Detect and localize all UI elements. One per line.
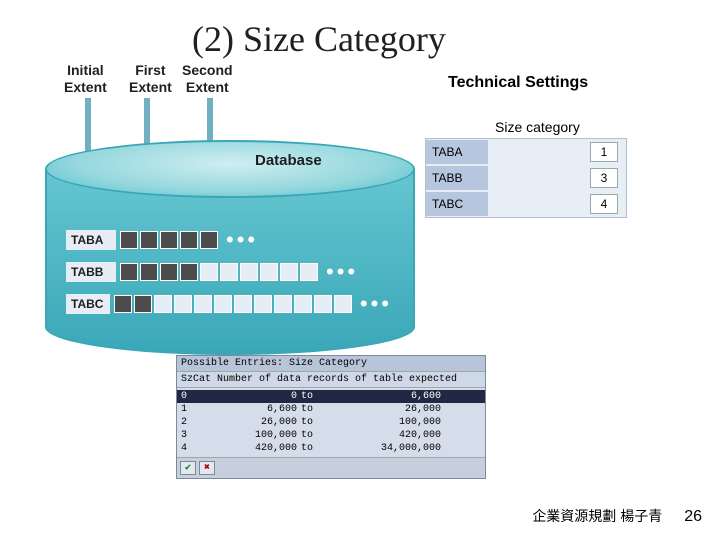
db-extent-cells <box>120 231 220 249</box>
db-extent-cell <box>220 263 238 281</box>
panel-row: TABB 3 <box>426 165 626 191</box>
dialog-col-cat: 0 <box>181 390 201 403</box>
label-first-extent: FirstExtent <box>129 62 172 96</box>
dialog-col-to-word: to <box>301 429 325 442</box>
dialog-col-cat: 1 <box>181 403 201 416</box>
db-extent-cell <box>160 231 178 249</box>
db-extent-cell <box>260 263 278 281</box>
dialog-row[interactable]: 00to6,600 <box>177 390 485 403</box>
technical-settings-heading: Technical Settings <box>448 74 588 92</box>
ellipsis-icon: ••• <box>326 267 358 277</box>
dialog-col-to: 6,600 <box>325 390 445 403</box>
dialog-col-to: 420,000 <box>325 429 445 442</box>
dialog-col-to-word: to <box>301 403 325 416</box>
db-extent-cell <box>160 263 178 281</box>
db-extent-cell <box>120 231 138 249</box>
db-extent-cell <box>294 295 312 313</box>
dialog-col-cat: 2 <box>181 416 201 429</box>
db-extent-cell <box>120 263 138 281</box>
label-second-extent: SecondExtent <box>182 62 233 96</box>
dialog-col-to-word: to <box>301 442 325 455</box>
size-category-heading: Size category <box>495 119 580 135</box>
database-label: Database <box>255 152 322 169</box>
dialog-title: Possible Entries: Size Category <box>177 356 485 372</box>
slide-title: (2) Size Category <box>192 18 446 60</box>
db-extent-cell <box>240 263 258 281</box>
dialog-row[interactable]: 16,600to26,000 <box>177 403 485 416</box>
db-extent-cell <box>114 295 132 313</box>
panel-row-name: TABC <box>426 192 488 216</box>
dialog-grid: 00to6,60016,600to26,000226,000to100,0003… <box>177 388 485 457</box>
db-extent-cell <box>234 295 252 313</box>
panel-row: TABA 1 <box>426 139 626 165</box>
db-tablespace-list: TABA ••• TABB ••• TABC ••• <box>66 230 392 326</box>
dialog-row[interactable]: 226,000to100,000 <box>177 416 485 429</box>
panel-row-name: TABA <box>426 140 488 164</box>
db-extent-cell <box>200 263 218 281</box>
page-number: 26 <box>684 508 702 526</box>
db-extent-cell <box>194 295 212 313</box>
dialog-col-to-word: to <box>301 416 325 429</box>
db-table-row: TABB ••• <box>66 262 392 282</box>
dialog-col-to: 100,000 <box>325 416 445 429</box>
dialog-col-to-word: to <box>301 390 325 403</box>
dialog-col-from: 26,000 <box>201 416 301 429</box>
db-extent-cell <box>274 295 292 313</box>
dialog-col-from: 100,000 <box>201 429 301 442</box>
dialog-cancel-button[interactable]: ✖ <box>199 461 215 475</box>
dialog-col-to: 26,000 <box>325 403 445 416</box>
db-table-row: TABA ••• <box>66 230 392 250</box>
dialog-header-row: SzCat Number of data records of table ex… <box>177 372 485 388</box>
dialog-ok-button[interactable]: ✔ <box>180 461 196 475</box>
size-category-dialog: Possible Entries: Size Category SzCat Nu… <box>176 355 486 479</box>
dialog-footer: ✔ ✖ <box>177 457 485 478</box>
panel-row: TABC 4 <box>426 191 626 217</box>
panel-row-value: 1 <box>590 142 618 162</box>
db-table-row: TABC ••• <box>66 294 392 314</box>
db-table-name: TABB <box>66 262 116 282</box>
db-extent-cell <box>280 263 298 281</box>
dialog-row[interactable]: 4420,000to34,000,000 <box>177 442 485 455</box>
footer-text: 企業資源規劃 楊子青 <box>532 506 662 526</box>
db-extent-cell <box>254 295 272 313</box>
db-extent-cell <box>300 263 318 281</box>
dialog-col-cat: 3 <box>181 429 201 442</box>
database-lid <box>45 140 415 198</box>
ellipsis-icon: ••• <box>360 299 392 309</box>
db-extent-cell <box>140 231 158 249</box>
size-category-panel: TABA 1 TABB 3 TABC 4 <box>425 138 627 218</box>
dialog-col-from: 420,000 <box>201 442 301 455</box>
dialog-col-from: 0 <box>201 390 301 403</box>
panel-row-value: 4 <box>590 194 618 214</box>
db-extent-cell <box>134 295 152 313</box>
panel-row-value: 3 <box>590 168 618 188</box>
panel-row-name: TABB <box>426 166 488 190</box>
db-extent-cells <box>120 263 320 281</box>
dialog-col-cat: 4 <box>181 442 201 455</box>
dialog-col-to: 34,000,000 <box>325 442 445 455</box>
db-extent-cell <box>174 295 192 313</box>
db-table-name: TABA <box>66 230 116 250</box>
db-extent-cell <box>214 295 232 313</box>
db-extent-cell <box>314 295 332 313</box>
db-extent-cell <box>200 231 218 249</box>
db-extent-cell <box>154 295 172 313</box>
db-extent-cells <box>114 295 354 313</box>
label-initial-extent: InitialExtent <box>64 62 107 96</box>
ellipsis-icon: ••• <box>226 235 258 245</box>
slide-footer: 企業資源規劃 楊子青 26 <box>532 506 702 526</box>
db-extent-cell <box>140 263 158 281</box>
db-extent-cell <box>180 263 198 281</box>
db-table-name: TABC <box>66 294 110 314</box>
db-extent-cell <box>180 231 198 249</box>
dialog-row[interactable]: 3100,000to420,000 <box>177 429 485 442</box>
dialog-col-from: 6,600 <box>201 403 301 416</box>
db-extent-cell <box>334 295 352 313</box>
